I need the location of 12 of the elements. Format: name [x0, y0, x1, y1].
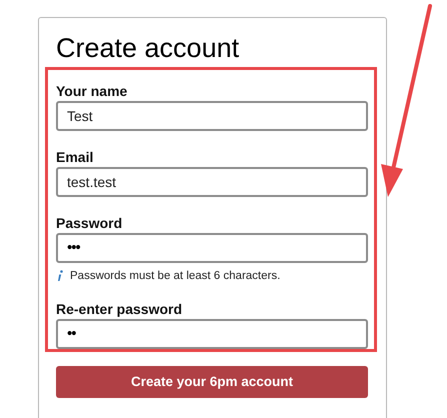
form-title: Create account [56, 32, 240, 64]
password-hint: Passwords must be at least 6 characters. [70, 269, 280, 283]
info-icon [57, 270, 63, 282]
password-field[interactable]: ••• [56, 233, 368, 263]
password-field[interactable]: •• [56, 319, 368, 349]
input-field[interactable]: Test [56, 101, 368, 131]
input-field[interactable]: test.test [56, 167, 368, 197]
field-label: Re-enter password [56, 301, 184, 317]
field-label: Your name [56, 83, 128, 99]
create-account-button[interactable]: Create your 6pm account [56, 366, 368, 398]
field-label: Password [56, 215, 124, 231]
field-label: Email [56, 149, 94, 165]
